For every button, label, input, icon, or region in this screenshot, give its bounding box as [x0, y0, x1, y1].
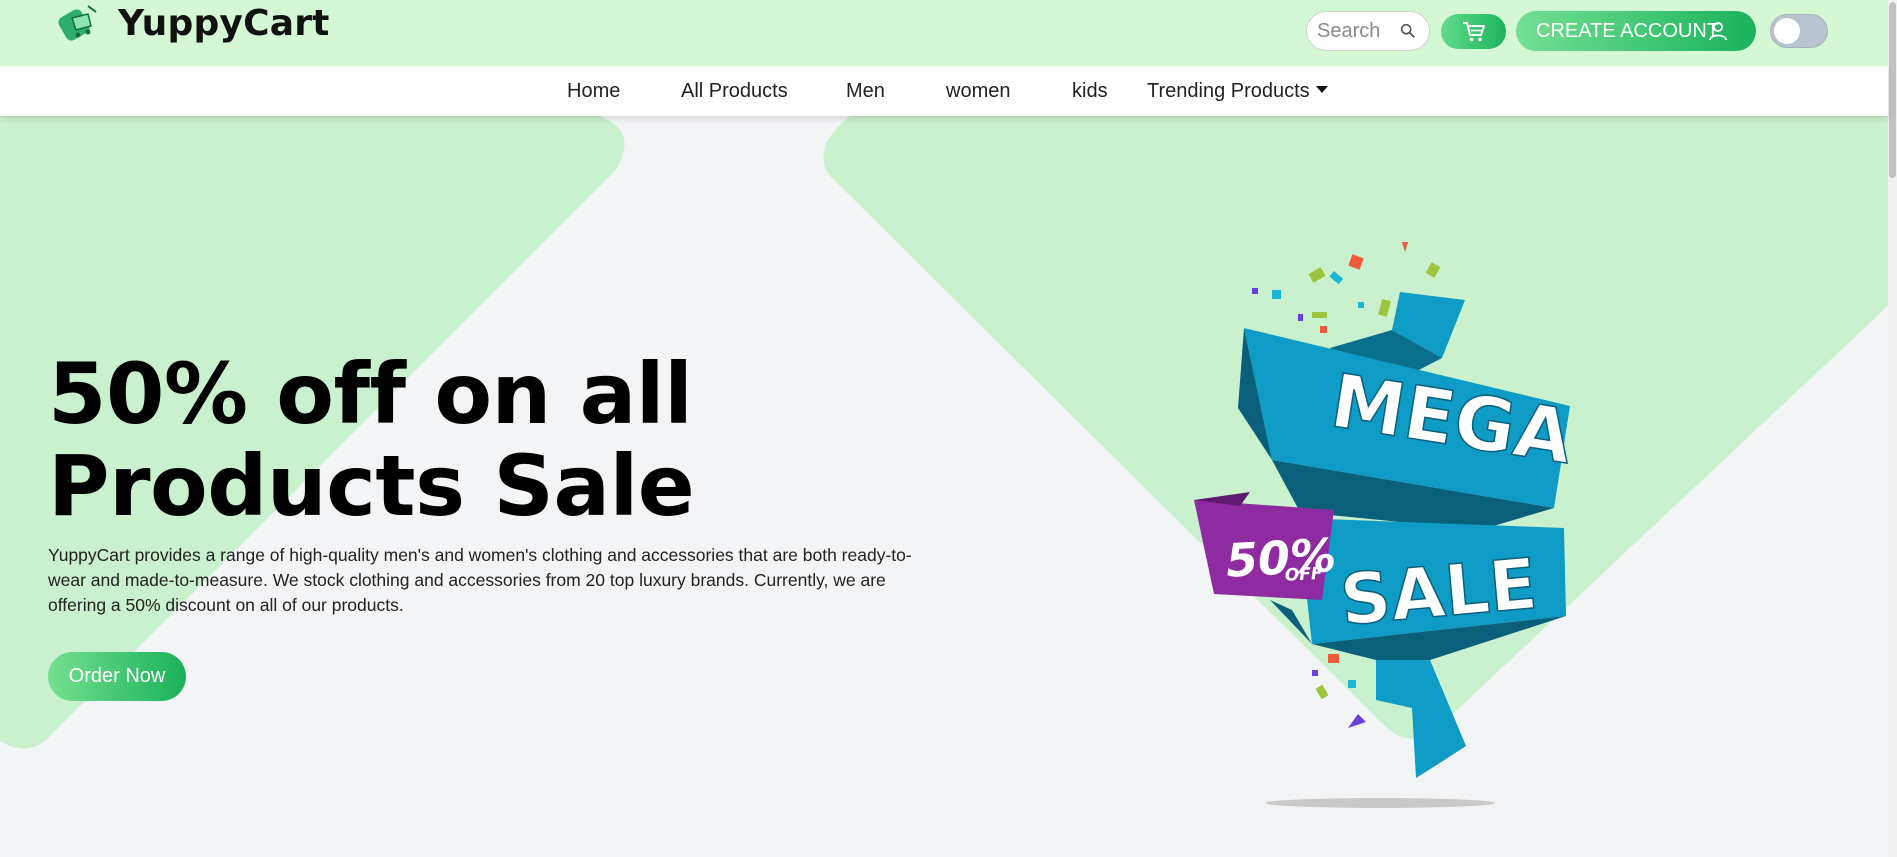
nav-item-trending-label: Trending Products [1147, 80, 1310, 102]
top-header: YuppyCart CREATE ACCOUNT [0, 0, 1888, 66]
hero-title: 50% off on all Products Sale [48, 345, 695, 535]
nav-item-trending-products[interactable]: Trending Products [1147, 80, 1328, 103]
brand[interactable]: YuppyCart [58, 2, 330, 44]
search-input[interactable] [1317, 19, 1395, 43]
caret-down-icon [1315, 86, 1328, 94]
nav-item-women[interactable]: women [946, 80, 1010, 103]
nav-item-men[interactable]: Men [846, 80, 885, 103]
search-box[interactable] [1306, 11, 1430, 51]
nav-item-home[interactable]: Home [567, 80, 620, 103]
mega-sale-banner: MEGA SALE 50% OFF [1194, 242, 1579, 808]
user-icon [1709, 22, 1727, 41]
cart-button[interactable] [1441, 14, 1506, 49]
search-icon[interactable] [1399, 22, 1417, 40]
shopping-cart-logo-icon [58, 5, 97, 41]
nav-item-kids[interactable]: kids [1072, 80, 1108, 103]
theme-toggle[interactable] [1770, 14, 1828, 48]
nav-item-all-products[interactable]: All Products [681, 80, 788, 103]
badge-off: OFF [1284, 564, 1323, 586]
banner-shadow [1265, 798, 1495, 808]
ribbon-bottom-tail [1376, 660, 1466, 778]
hero-description: YuppyCart provides a range of high-quali… [48, 545, 912, 615]
page-scrollbar[interactable] [1888, 0, 1897, 857]
hero-title-line1: 50% off on all [48, 345, 693, 443]
brand-name: YuppyCart [118, 2, 330, 44]
main-nav: Home All Products Men women kids Trendin… [0, 66, 1888, 116]
create-account-button[interactable]: CREATE ACCOUNT [1516, 11, 1756, 51]
scrollbar-thumb[interactable] [1889, 2, 1896, 178]
order-now-button[interactable]: Order Now [48, 652, 186, 701]
hero-title-line2: Products Sale [48, 437, 695, 535]
cart-icon [1462, 21, 1485, 41]
create-account-label: CREATE ACCOUNT [1536, 19, 1719, 42]
toggle-knob [1774, 18, 1800, 44]
